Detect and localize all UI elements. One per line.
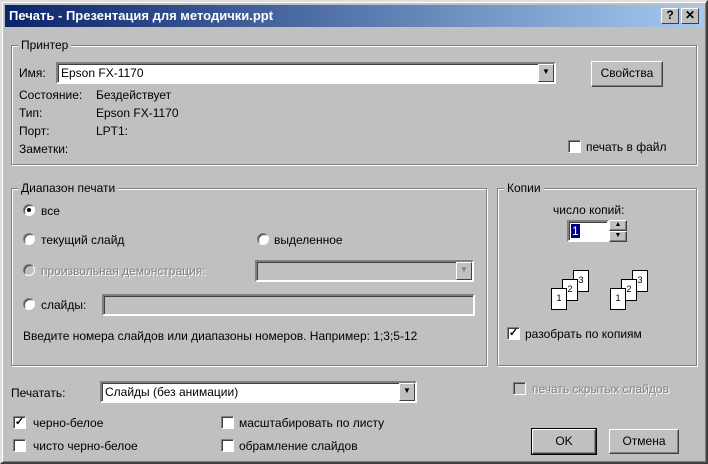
help-button[interactable]: ? bbox=[661, 8, 679, 24]
pure-bw-label[interactable]: чисто черно-белое bbox=[33, 439, 138, 453]
print-hidden-checkbox bbox=[513, 382, 526, 395]
copies-count-label: число копий: bbox=[553, 203, 625, 217]
title-bar: Печать - Презентация для методички.ppt ?… bbox=[5, 5, 703, 27]
properties-button[interactable]: Свойства bbox=[591, 61, 663, 87]
chevron-down-icon: ▼ bbox=[456, 262, 472, 280]
custom-show-select: ▼ bbox=[255, 260, 474, 282]
range-custom-radio bbox=[23, 264, 35, 276]
collate-page-1b-icon: 1 bbox=[610, 288, 626, 310]
type-value: Epson FX-1170 bbox=[96, 106, 179, 120]
print-range-legend: Диапазон печати bbox=[18, 181, 119, 195]
slides-input[interactable] bbox=[102, 294, 475, 316]
range-current-label[interactable]: текущий слайд bbox=[41, 233, 124, 247]
range-all-label[interactable]: все bbox=[41, 204, 60, 218]
grayscale-label[interactable]: черно-белое bbox=[33, 416, 103, 430]
notes-label: Заметки: bbox=[19, 142, 69, 156]
close-button[interactable]: ✕ bbox=[681, 8, 699, 24]
cancel-button[interactable]: Отмена bbox=[609, 429, 679, 454]
range-slides-radio[interactable] bbox=[23, 298, 35, 310]
print-hidden-label: печать скрытых слайдов bbox=[532, 382, 669, 396]
window-title: Печать - Презентация для методички.ppt bbox=[9, 8, 274, 23]
range-selection-label[interactable]: выделенное bbox=[274, 233, 343, 247]
range-slides-label[interactable]: слайды: bbox=[41, 298, 86, 312]
scale-to-fit-checkbox[interactable] bbox=[221, 416, 234, 429]
range-selection-radio[interactable] bbox=[257, 233, 269, 245]
scale-to-fit-label[interactable]: масштабировать по листу bbox=[239, 416, 384, 430]
print-what-label: Печатать: bbox=[11, 386, 66, 400]
printer-name-label: Имя: bbox=[19, 66, 46, 80]
range-all-radio[interactable] bbox=[23, 204, 35, 216]
copies-legend: Копии bbox=[504, 181, 544, 195]
chevron-down-icon[interactable]: ▼ bbox=[399, 383, 415, 401]
collate-checkbox[interactable]: ✓ bbox=[507, 327, 520, 340]
collate-label[interactable]: разобрать по копиям bbox=[525, 327, 642, 341]
collate-page-1-icon: 1 bbox=[551, 288, 567, 310]
spin-down-button[interactable]: ▼ bbox=[609, 231, 627, 242]
grayscale-checkbox[interactable]: ✓ bbox=[13, 416, 26, 429]
print-to-file-label[interactable]: печать в файл bbox=[586, 140, 666, 154]
status-label: Состояние: bbox=[19, 88, 83, 102]
print-dialog: Печать - Презентация для методички.ppt ?… bbox=[0, 0, 708, 464]
frame-slides-label[interactable]: обрамление слайдов bbox=[239, 439, 358, 453]
print-to-file-checkbox[interactable] bbox=[568, 140, 581, 153]
copies-count-value: 1 bbox=[571, 224, 580, 238]
chevron-down-icon[interactable]: ▼ bbox=[538, 64, 554, 82]
frame-slides-checkbox[interactable] bbox=[221, 439, 234, 452]
range-hint: Введите номера слайдов или диапазоны ном… bbox=[23, 329, 418, 343]
copies-count-input[interactable]: 1 bbox=[567, 220, 609, 242]
port-value: LPT1: bbox=[96, 124, 129, 138]
ok-button[interactable]: OK bbox=[531, 428, 597, 455]
type-label: Тип: bbox=[19, 106, 43, 120]
print-what-select[interactable]: Слайды (без анимации) ▼ bbox=[100, 381, 417, 403]
range-custom-label: произвольная демонстрация: bbox=[41, 264, 206, 278]
printer-legend: Принтер bbox=[18, 38, 72, 52]
printer-select-value: Epson FX-1170 bbox=[61, 66, 144, 80]
printer-select[interactable]: Epson FX-1170 ▼ bbox=[56, 62, 556, 84]
spin-up-button[interactable]: ▲ bbox=[609, 220, 627, 231]
print-what-value: Слайды (без анимации) bbox=[105, 385, 239, 399]
port-label: Порт: bbox=[19, 124, 50, 138]
pure-bw-checkbox[interactable] bbox=[13, 439, 26, 452]
range-current-radio[interactable] bbox=[23, 233, 35, 245]
status-value: Бездействует bbox=[96, 88, 172, 102]
